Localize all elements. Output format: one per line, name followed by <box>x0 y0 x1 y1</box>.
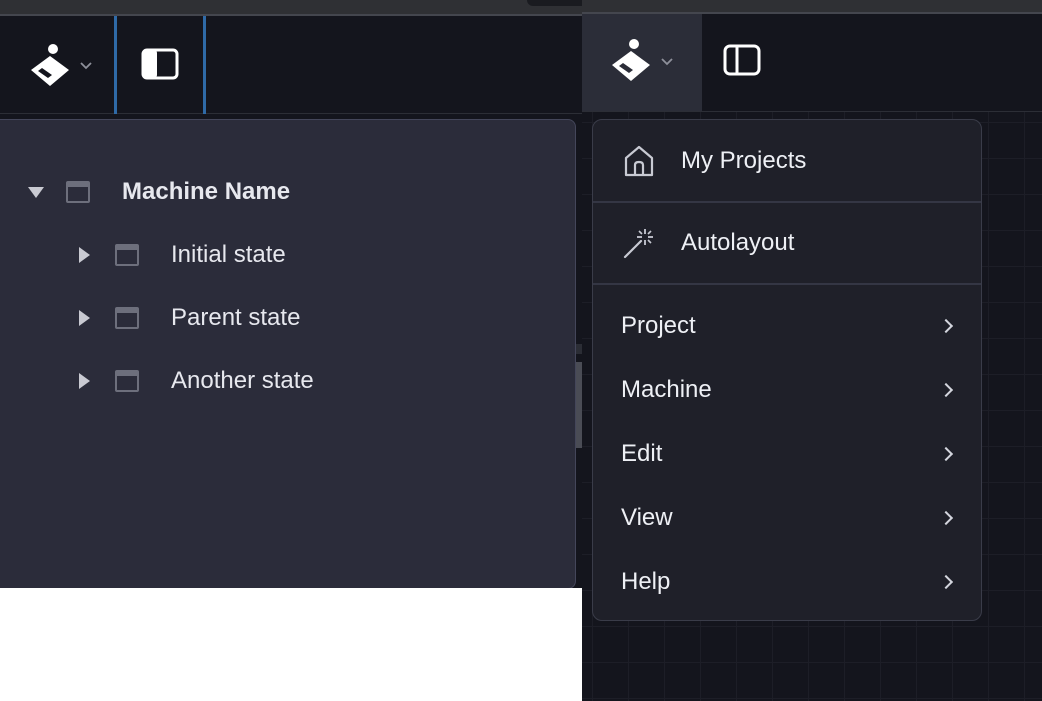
home-icon <box>621 143 657 179</box>
blank-area <box>0 588 582 701</box>
tree-node-label: Another state <box>171 367 314 394</box>
menu-item-autolayout[interactable]: Autolayout <box>593 203 981 283</box>
tree-node-label: Parent state <box>171 304 301 331</box>
menu-item-label: Machine <box>621 376 712 403</box>
menu-item-label: Project <box>621 312 696 339</box>
menu-item-view[interactable]: View <box>593 486 981 550</box>
tree-row-child[interactable]: Initial state <box>79 235 286 275</box>
menu-item-label: My Projects <box>681 146 807 174</box>
window-titlebar <box>0 0 582 14</box>
state-icon <box>66 181 90 203</box>
menu-item-label: Autolayout <box>681 229 795 256</box>
chevron-down-icon <box>660 54 674 72</box>
magic-wand-icon <box>621 225 657 261</box>
app-menu-dropdown: My Projects Autolayout Project Machine E… <box>592 119 982 621</box>
chevron-right-icon <box>938 446 954 462</box>
sidebar-toggle-icon <box>723 44 761 81</box>
chevron-right-icon <box>938 574 954 590</box>
menu-divider <box>593 283 981 285</box>
chevron-right-icon <box>938 318 954 334</box>
editor-toolbar <box>0 14 582 120</box>
expand-caret-right-icon[interactable] <box>79 373 90 389</box>
right-window: My Projects Autolayout Project Machine E… <box>582 0 1042 701</box>
expand-caret-right-icon[interactable] <box>79 247 90 263</box>
scrollbar-track[interactable] <box>575 344 582 354</box>
tree-row-child[interactable]: Another state <box>79 361 314 401</box>
menu-item-project[interactable]: Project <box>593 294 981 358</box>
chevron-right-icon <box>938 510 954 526</box>
app-logo-button[interactable] <box>582 14 702 111</box>
editor-canvas[interactable]: Machine Name Initial state Parent state … <box>0 114 582 589</box>
state-icon <box>115 307 139 329</box>
menu-item-edit[interactable]: Edit <box>593 422 981 486</box>
states-sidebar-panel: Machine Name Initial state Parent state … <box>0 119 576 589</box>
scrollbar-thumb[interactable] <box>575 362 582 448</box>
menu-item-label: View <box>621 504 673 531</box>
titlebar-tab-edge <box>527 0 582 6</box>
app-logo-button[interactable] <box>20 38 102 96</box>
editor-toolbar <box>582 14 1042 112</box>
menu-item-label: Edit <box>621 440 663 467</box>
app-logo-icon <box>29 42 71 93</box>
menu-item-help[interactable]: Help <box>593 550 981 614</box>
sidebar-toggle-icon <box>141 48 179 85</box>
tree-node-label: Machine Name <box>122 178 291 205</box>
window-titlebar <box>582 0 1042 14</box>
sidebar-toggle-button[interactable] <box>114 16 206 120</box>
menu-item-label: Help <box>621 568 671 595</box>
app-logo-icon <box>610 37 652 88</box>
expand-caret-right-icon[interactable] <box>79 310 90 326</box>
state-icon <box>115 244 139 266</box>
sidebar-toggle-button[interactable] <box>702 14 782 111</box>
state-icon <box>115 370 139 392</box>
tree-node-label: Initial state <box>171 241 286 268</box>
left-window: Machine Name Initial state Parent state … <box>0 0 582 701</box>
chevron-right-icon <box>938 382 954 398</box>
tree-row-root[interactable]: Machine Name <box>28 172 290 212</box>
menu-item-my-projects[interactable]: My Projects <box>593 120 981 201</box>
expand-caret-down-icon[interactable] <box>28 186 44 198</box>
menu-item-machine[interactable]: Machine <box>593 358 981 422</box>
tree-row-child[interactable]: Parent state <box>79 298 300 338</box>
chevron-down-icon <box>79 58 93 76</box>
